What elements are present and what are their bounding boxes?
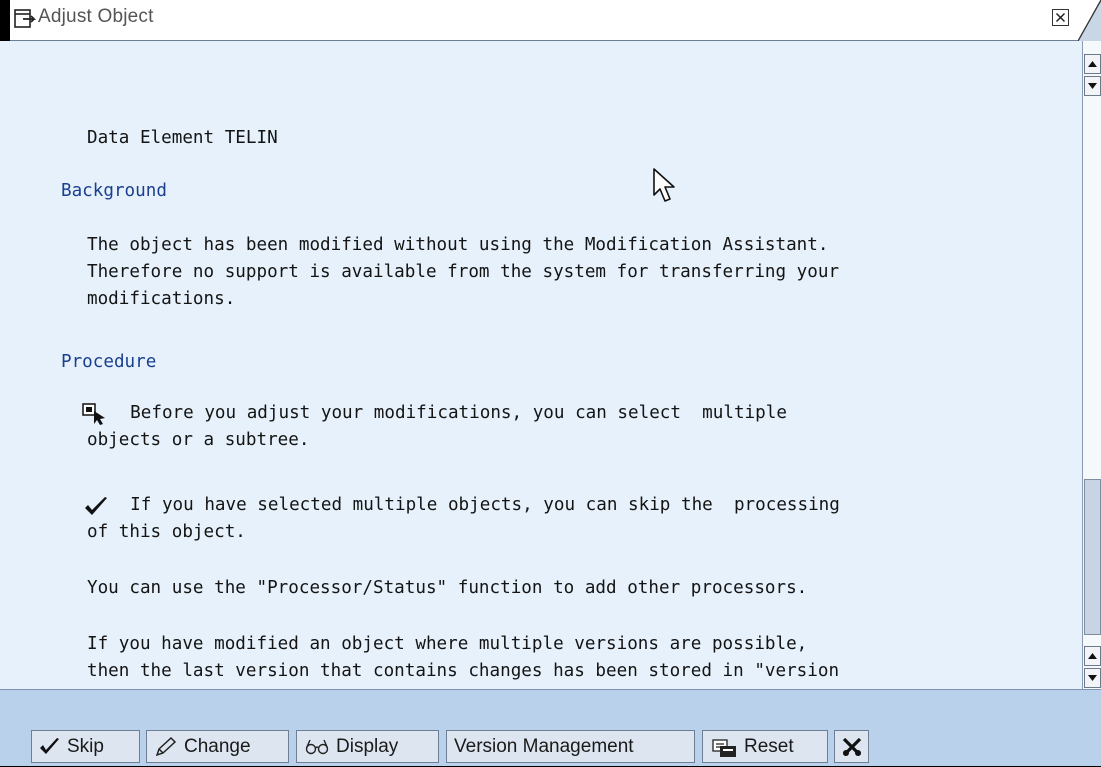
arrow-down-icon <box>1088 83 1097 89</box>
background-heading: Background <box>61 181 167 201</box>
pencil-icon <box>155 736 177 756</box>
close-icon <box>1055 12 1066 23</box>
version-management-label: Version Management <box>454 735 634 757</box>
arrow-down-icon <box>1088 675 1097 681</box>
checkmark-icon <box>85 497 107 515</box>
toolbar-buttons: Skip Change Display Version Management R… <box>0 726 1101 767</box>
title-corner <box>1078 0 1101 41</box>
cancel-icon <box>842 737 861 756</box>
cancel-button[interactable] <box>834 730 869 763</box>
display-label: Display <box>336 735 399 757</box>
content-pane: Data Element TELIN Background The object… <box>0 41 1082 689</box>
procedure-heading: Procedure <box>61 352 157 372</box>
skip-button[interactable]: Skip <box>31 730 140 763</box>
procedure-skip-line-2: of this object. <box>87 522 246 542</box>
change-button[interactable]: Change <box>146 730 289 763</box>
scroll-up-button[interactable] <box>1084 54 1101 74</box>
background-text-line-2: Therefore no support is available from t… <box>87 262 840 282</box>
vertical-scrollbar[interactable] <box>1082 41 1101 689</box>
arrow-up-icon <box>1088 61 1097 67</box>
procedure-version-line-2: then the last version that contains chan… <box>87 661 840 681</box>
checkmark-icon <box>40 737 59 754</box>
change-label: Change <box>184 735 251 757</box>
scroll-thumb[interactable] <box>1084 479 1101 635</box>
background-text-line-1: The object has been modified without usi… <box>87 235 829 255</box>
window-title: Adjust Object <box>38 6 154 27</box>
glasses-icon <box>305 739 329 754</box>
mouse-cursor-icon <box>653 168 675 202</box>
procedure-select-line-2: objects or a subtree. <box>87 430 310 450</box>
action-toolbar: Skip Change Display Version Management R… <box>0 689 1101 766</box>
reset-icon <box>712 738 736 757</box>
object-title: Data Element TELIN <box>87 128 278 148</box>
window-edge <box>0 0 10 41</box>
procedure-version-line-1: If you have modified an object where mul… <box>87 634 808 654</box>
skip-label: Skip <box>67 735 104 757</box>
close-button[interactable] <box>1052 9 1069 26</box>
arrow-up-icon <box>1088 653 1097 659</box>
scroll-down-button[interactable] <box>1084 76 1101 96</box>
procedure-select-line-1: Before you adjust your modifications, yo… <box>109 403 787 423</box>
version-management-button[interactable]: Version Management <box>446 730 695 763</box>
reset-label: Reset <box>744 735 794 757</box>
scroll-up-button-bottom[interactable] <box>1084 646 1101 666</box>
adjust-object-window: Adjust Object Data Element TELIN Backgro… <box>0 0 1101 766</box>
procedure-processor-line: You can use the "Processor/Status" funct… <box>87 578 808 598</box>
procedure-skip-line-1: If you have selected multiple objects, y… <box>109 495 840 515</box>
background-text-line-3: modifications. <box>87 289 236 309</box>
scroll-down-button-bottom[interactable] <box>1084 668 1101 688</box>
title-bar: Adjust Object <box>0 0 1101 41</box>
window-icon <box>14 9 36 28</box>
select-icon <box>82 403 105 425</box>
reset-button[interactable]: Reset <box>702 730 828 763</box>
display-button[interactable]: Display <box>296 730 439 763</box>
